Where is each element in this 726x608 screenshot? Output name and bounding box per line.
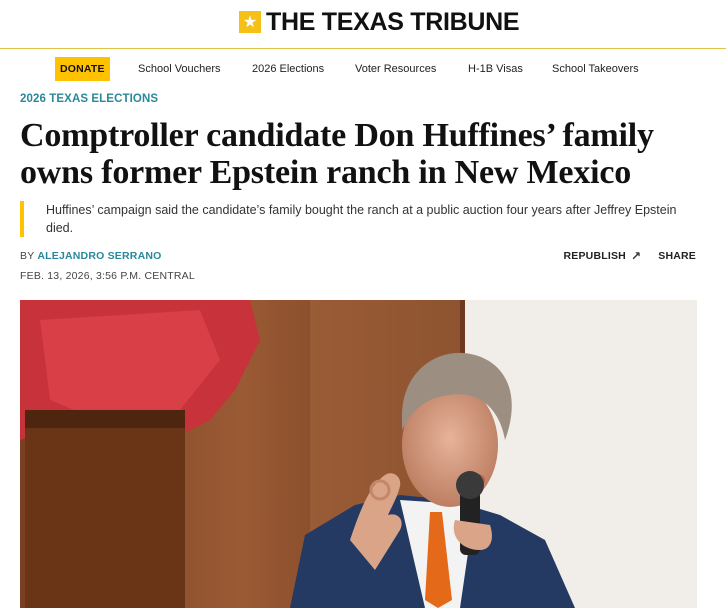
byline: BY ALEJANDRO SERRANO <box>20 250 162 262</box>
masthead: ★ THE TEXAS TRIBUNE <box>0 0 726 49</box>
share-button[interactable]: SHARE <box>658 250 696 262</box>
site-logo[interactable]: ★ THE TEXAS TRIBUNE <box>239 8 520 36</box>
star-icon: ★ <box>239 11 261 33</box>
nav-item-school-takeovers[interactable]: School Takeovers <box>552 57 639 81</box>
nav-item-voter-resources[interactable]: Voter Resources <box>355 57 436 81</box>
nav-item-2026-elections[interactable]: 2026 Elections <box>252 57 324 81</box>
article-dek: Huffines’ campaign said the candidate’s … <box>20 201 706 237</box>
lead-photo <box>20 300 697 608</box>
byline-prefix: BY <box>20 250 35 262</box>
nav-item-h1b-visas[interactable]: H-1B Visas <box>468 57 523 81</box>
article-actions: REPUBLISH ↗ SHARE <box>563 249 696 263</box>
logo-text: THE TEXAS TRIBUNE <box>266 8 520 36</box>
article-headline: Comptroller candidate Don Huffines’ fami… <box>20 117 654 191</box>
publish-timestamp: FEB. 13, 2026, 3:56 P.M. CENTRAL <box>20 270 195 282</box>
arrow-up-right-icon: ↗ <box>630 249 642 263</box>
author-link[interactable]: ALEJANDRO SERRANO <box>37 250 161 262</box>
main-nav: DONATE School Vouchers 2026 Elections Vo… <box>0 57 726 81</box>
article-kicker[interactable]: 2026 TEXAS ELECTIONS <box>20 93 158 105</box>
republish-button[interactable]: REPUBLISH ↗ <box>563 249 658 263</box>
lead-photo-illustration <box>20 300 697 608</box>
donate-button[interactable]: DONATE <box>55 57 110 81</box>
republish-label: REPUBLISH <box>563 250 626 262</box>
nav-item-school-vouchers[interactable]: School Vouchers <box>138 57 221 81</box>
